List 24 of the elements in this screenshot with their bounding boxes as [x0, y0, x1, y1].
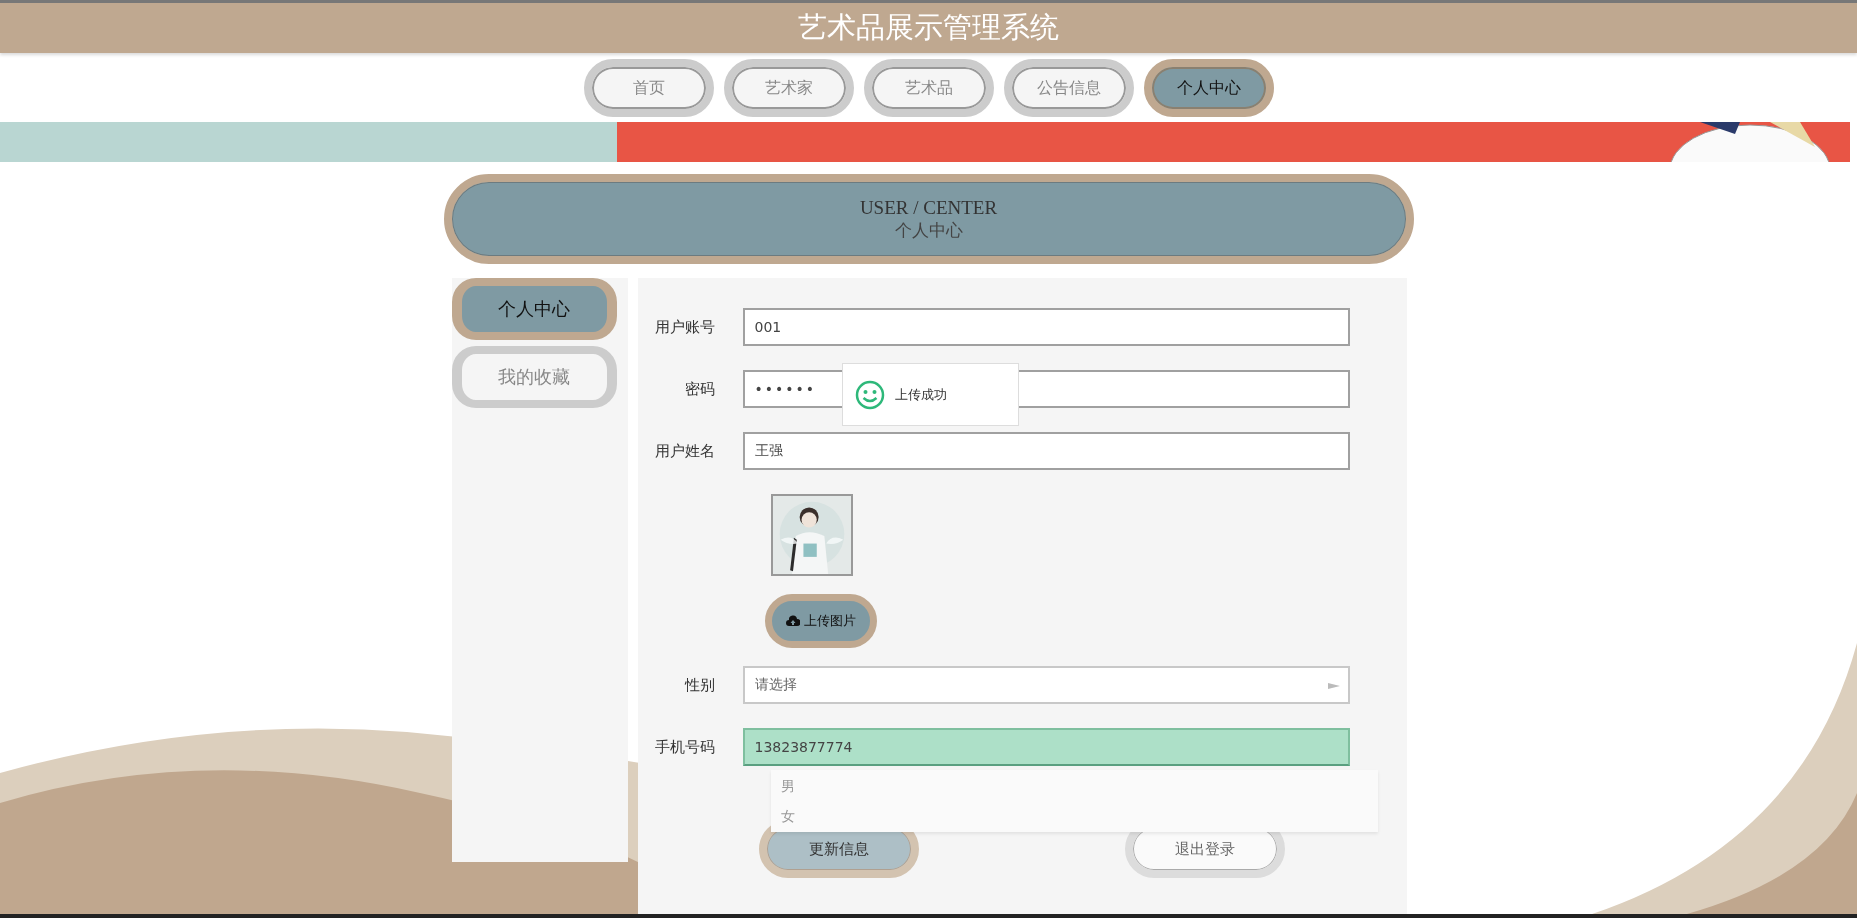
section-title-english: USER / CENTER: [859, 196, 998, 219]
select-field[interactable]: 请选择: [742, 666, 1350, 704]
sidebar-item[interactable]: 我的收藏: [451, 346, 617, 408]
smiley-icon: [854, 379, 885, 410]
upload-button[interactable]: 上传图片: [764, 594, 877, 648]
nav-tab[interactable]: 个人中心: [1143, 59, 1274, 117]
sidebar-item[interactable]: 个人中心: [451, 278, 617, 340]
nav-tab[interactable]: 艺术品: [863, 59, 994, 117]
toast-text: 上传成功: [894, 385, 947, 404]
section-title-chinese: 个人中心: [894, 219, 963, 242]
input-field[interactable]: 王强: [742, 432, 1350, 470]
nav-tab[interactable]: 首页: [583, 59, 714, 117]
nav-tab[interactable]: 公告信息: [1003, 59, 1134, 117]
cloud-upload-icon: [785, 615, 800, 627]
field-label: 用户账号: [653, 317, 716, 337]
input-field[interactable]: 13823877774: [742, 728, 1350, 766]
field-label: 密码: [683, 379, 716, 399]
input-field[interactable]: 001: [742, 308, 1350, 346]
field-label: 性别: [683, 675, 716, 695]
field-label: 手机号码: [653, 737, 716, 757]
caret-icon: [1327, 681, 1340, 691]
site-title: 艺术品展示管理系统: [798, 9, 1059, 46]
field-label: 用户姓名: [653, 441, 716, 461]
nav-tab[interactable]: 艺术家: [723, 59, 854, 117]
